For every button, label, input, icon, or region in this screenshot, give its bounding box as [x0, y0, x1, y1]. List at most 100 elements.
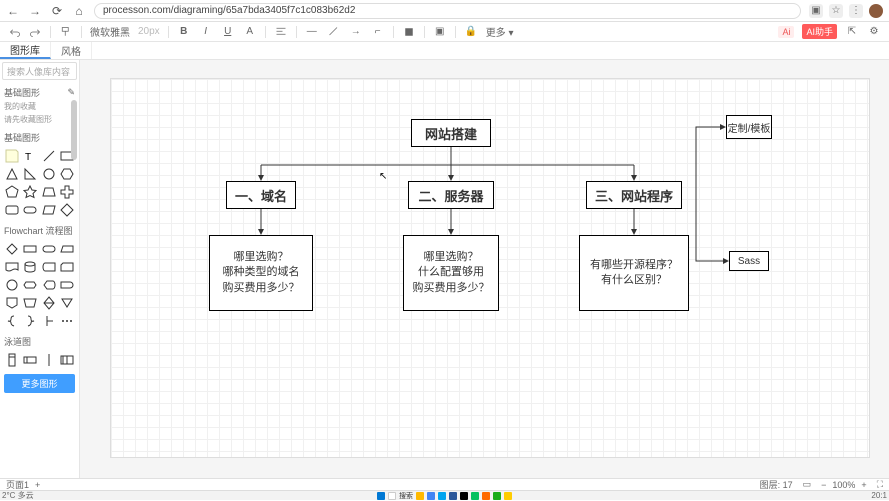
ai-help-button[interactable]: AI助手 — [802, 24, 837, 39]
format-painter-button[interactable] — [59, 25, 73, 39]
edge-icon[interactable] — [438, 492, 446, 500]
edit-icon[interactable]: ✎ — [67, 87, 75, 98]
zoom-level[interactable]: 100% — [832, 480, 855, 490]
undo-button[interactable] — [8, 25, 22, 39]
node-server[interactable]: 二、服务器 — [408, 181, 494, 209]
word-icon[interactable] — [449, 492, 457, 500]
weather-temp[interactable]: 2°C — [2, 491, 15, 500]
shape-search-input[interactable]: 搜索人像库内容 — [2, 62, 77, 80]
tab-shapes[interactable]: 图形库 — [0, 42, 51, 59]
share-button[interactable]: ⇱ — [845, 25, 859, 39]
zoom-out-button[interactable]: − — [821, 480, 826, 490]
ai-badge[interactable]: Ai — [778, 26, 794, 38]
fc-hex[interactable] — [22, 277, 38, 293]
url-input[interactable]: processon.com/diagraming/65a7bda3405f7c1… — [94, 3, 801, 19]
settings-button[interactable]: ⚙ — [867, 25, 881, 39]
fc-card[interactable] — [59, 259, 75, 275]
fc-delay[interactable] — [59, 277, 75, 293]
section-basic[interactable]: 基础图形 — [4, 86, 40, 99]
fc-brace-r[interactable] — [22, 313, 38, 329]
shape-pentagon[interactable] — [4, 184, 20, 200]
fc-rect[interactable] — [22, 241, 38, 257]
bring-front-button[interactable]: ▣ — [433, 25, 447, 39]
italic-button[interactable]: I — [199, 25, 213, 39]
app3-icon[interactable] — [504, 492, 512, 500]
fullscreen-button[interactable]: ⛶ — [877, 479, 883, 490]
forward-button[interactable]: → — [28, 4, 42, 18]
node-template[interactable]: 定制/模板 — [726, 115, 772, 139]
shape-diamond[interactable] — [59, 202, 75, 218]
tiktok-icon[interactable] — [460, 492, 468, 500]
font-color-button[interactable]: A — [243, 25, 257, 39]
bookmark-icon[interactable]: ☆ — [829, 4, 843, 18]
fc-stored[interactable] — [41, 259, 57, 275]
node-domain-detail[interactable]: 哪里选购？ 哪种类型的域名 购买费用多少？ — [209, 235, 313, 311]
tab-style[interactable]: 风格 — [51, 42, 92, 59]
start-button[interactable] — [377, 492, 385, 500]
more-menu[interactable]: 更多 ▾ — [486, 24, 514, 39]
fc-round[interactable] — [41, 241, 57, 257]
fc-brace-l[interactable] — [4, 313, 20, 329]
font-size-select[interactable]: 20px — [138, 26, 160, 37]
arrow-style-button[interactable]: → — [349, 25, 363, 39]
shape-trap[interactable] — [41, 184, 57, 200]
add-page-button[interactable]: + — [35, 480, 40, 490]
shape-cross[interactable] — [59, 184, 75, 200]
shape-rtriangle[interactable] — [22, 166, 38, 182]
fc-diamond[interactable] — [4, 241, 20, 257]
canvas-area[interactable]: 网站搭建 一、域名 二、服务器 三、网站程序 哪里选购？ 哪种类型的域名 购买费… — [80, 60, 889, 478]
node-sass[interactable]: Sass — [729, 251, 769, 271]
font-family-select[interactable]: 微软雅黑 — [90, 24, 130, 39]
fit-button[interactable]: ▭ — [803, 479, 812, 490]
section-flowchart[interactable]: Flowchart 流程图 — [0, 220, 79, 239]
node-root[interactable]: 网站搭建 — [411, 119, 491, 147]
lane-h[interactable] — [22, 352, 38, 368]
shape-note[interactable] — [4, 148, 20, 164]
reload-button[interactable]: ⟳ — [50, 4, 64, 18]
bold-button[interactable]: B — [177, 25, 191, 39]
home-button[interactable]: ⌂ — [72, 4, 86, 18]
search-label[interactable]: 搜索 — [399, 491, 413, 501]
fc-circle[interactable] — [4, 277, 20, 293]
shape-hex[interactable] — [59, 166, 75, 182]
fc-db[interactable] — [22, 259, 38, 275]
puzzle-icon[interactable]: ⋮ — [849, 4, 863, 18]
fc-sort[interactable] — [41, 295, 57, 311]
wechat-icon[interactable] — [471, 492, 479, 500]
section-lane[interactable]: 泳道图 — [0, 331, 79, 350]
zoom-in-button[interactable]: + — [861, 480, 866, 490]
fc-display[interactable] — [41, 277, 57, 293]
line-color-button[interactable] — [327, 25, 341, 39]
shape-line[interactable] — [41, 148, 57, 164]
shape-star[interactable] — [22, 184, 38, 200]
fc-offpage[interactable] — [4, 295, 20, 311]
lock-button[interactable]: 🔒 — [464, 25, 478, 39]
extension-icon[interactable]: ▣ — [809, 4, 823, 18]
fc-manual[interactable] — [22, 295, 38, 311]
section-basic2[interactable]: 基础图形 — [0, 127, 79, 146]
shape-pill[interactable] — [22, 202, 38, 218]
chrome-icon[interactable] — [427, 492, 435, 500]
lane-sep-v[interactable] — [41, 352, 57, 368]
lane-pool[interactable] — [59, 352, 75, 368]
line-style-button[interactable]: — — [305, 25, 319, 39]
connector-button[interactable]: ⌐ — [371, 25, 385, 39]
node-program[interactable]: 三、网站程序 — [586, 181, 682, 209]
shape-para[interactable] — [41, 202, 57, 218]
redo-button[interactable] — [28, 25, 42, 39]
underline-button[interactable]: U — [221, 25, 235, 39]
back-button[interactable]: ← — [6, 4, 20, 18]
node-program-detail[interactable]: 有哪些开源程序？ 有什么区别？ — [579, 235, 689, 311]
shape-circle[interactable] — [41, 166, 57, 182]
app2-icon[interactable] — [493, 492, 501, 500]
fc-dots[interactable] — [59, 313, 75, 329]
node-domain[interactable]: 一、域名 — [226, 181, 296, 209]
lane-v[interactable] — [4, 352, 20, 368]
fc-doc[interactable] — [4, 259, 20, 275]
shape-round[interactable] — [4, 202, 20, 218]
fc-merge[interactable] — [59, 295, 75, 311]
shape-triangle[interactable] — [4, 166, 20, 182]
avatar[interactable] — [869, 4, 883, 18]
fc-note[interactable] — [41, 313, 57, 329]
sidebar-scrollbar[interactable] — [71, 100, 77, 160]
